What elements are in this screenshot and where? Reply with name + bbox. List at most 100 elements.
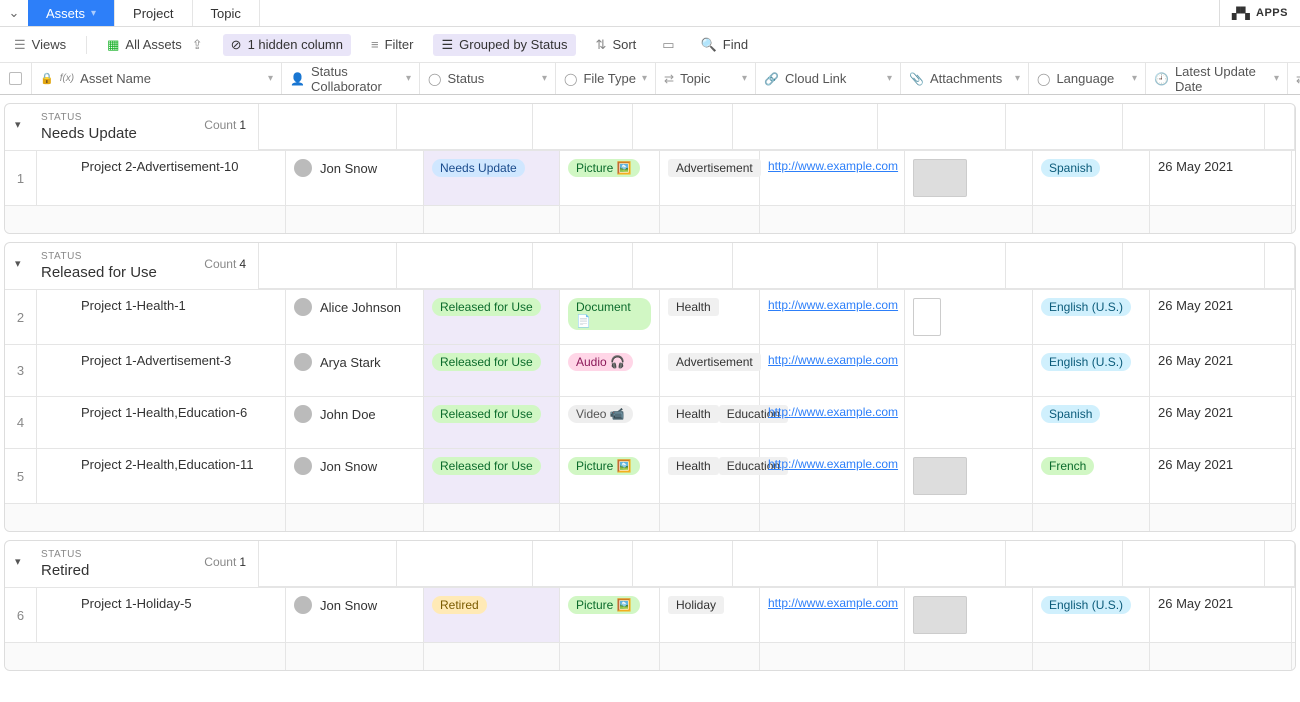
cell-language[interactable]: English (U.S.): [1033, 345, 1150, 396]
cell-topic[interactable]: HealthEducation: [660, 397, 760, 448]
cell-language[interactable]: Spanish: [1033, 151, 1150, 205]
col-topic[interactable]: ⇄Topic▾: [656, 63, 756, 94]
cell-attachments[interactable]: [905, 397, 1033, 448]
cell-topic[interactable]: Advertisement: [660, 345, 760, 396]
cell-language[interactable]: English (U.S.): [1033, 290, 1150, 344]
cell-status[interactable]: Retired: [424, 588, 560, 642]
table-row[interactable]: 5 Project 2-Health,Education-11 Jon Snow…: [5, 448, 1295, 503]
cell-language[interactable]: English (U.S.): [1033, 588, 1150, 642]
cell-filetype[interactable]: Video 📹: [560, 397, 660, 448]
cell-filetype[interactable]: Picture 🖼️: [560, 588, 660, 642]
cell-topic[interactable]: Advertisement: [660, 151, 760, 205]
cell-attachments[interactable]: [905, 290, 1033, 344]
cell-topic[interactable]: Health: [660, 290, 760, 344]
hidden-columns-pill[interactable]: ⊘1 hidden column: [223, 34, 351, 56]
table-row[interactable]: 1 Project 2-Advertisement-10 Jon Snow Ne…: [5, 150, 1295, 205]
cell-attachments[interactable]: [905, 449, 1033, 503]
col-language[interactable]: ◯Language▾: [1029, 63, 1146, 94]
cell-date[interactable]: 26 May 2021: [1150, 588, 1292, 642]
cell-date[interactable]: 26 May 2021: [1150, 345, 1292, 396]
tabs-chevron-down-icon[interactable]: ⌄: [0, 5, 28, 21]
attachment-thumbnail[interactable]: [913, 159, 967, 197]
find-button[interactable]: 🔍Find: [695, 33, 754, 57]
cell-status[interactable]: Released for Use: [424, 397, 560, 448]
group-count: Count4: [204, 257, 246, 271]
cell-attachments[interactable]: [905, 588, 1033, 642]
cell-status[interactable]: Released for Use: [424, 345, 560, 396]
lock-icon: 🔒: [40, 72, 54, 85]
filter-icon: ≡: [371, 37, 379, 52]
collapse-icon[interactable]: ▾: [15, 257, 21, 270]
col-status[interactable]: ◯Status▾: [420, 63, 556, 94]
collapse-icon[interactable]: ▾: [15, 118, 21, 131]
cell-cloud-link[interactable]: http://www.example.com: [760, 290, 905, 344]
cell-filetype[interactable]: Document 📄: [560, 290, 660, 344]
cell-asset-name[interactable]: Project 1-Health-1: [37, 290, 286, 344]
cell-collaborator[interactable]: Jon Snow: [286, 449, 424, 503]
cell-date[interactable]: 26 May 2021: [1150, 151, 1292, 205]
cell-asset-name[interactable]: Project 2-Health,Education-11: [37, 449, 286, 503]
cell-asset-name[interactable]: Project 2-Advertisement-10: [37, 151, 286, 205]
tab-assets[interactable]: Assets▾: [28, 0, 115, 26]
table-row[interactable]: 4 Project 1-Health,Education-6 John Doe …: [5, 396, 1295, 448]
circle-icon: ◯: [1037, 72, 1050, 86]
row-number: 6: [5, 588, 37, 642]
cell-collaborator[interactable]: Alice Johnson: [286, 290, 424, 344]
select-all-checkbox[interactable]: [0, 63, 32, 94]
attachment-thumbnail[interactable]: [913, 457, 967, 495]
tab-topic[interactable]: Topic: [193, 0, 260, 26]
color-button[interactable]: ▭: [656, 33, 680, 57]
cell-attachments[interactable]: [905, 345, 1033, 396]
cell-status[interactable]: Released for Use: [424, 290, 560, 344]
view-all-assets[interactable]: ▦All Assets⇪: [101, 33, 209, 57]
col-cloud-link[interactable]: 🔗Cloud Link▾: [756, 63, 901, 94]
cell-collaborator[interactable]: Jon Snow: [286, 151, 424, 205]
cell-collaborator[interactable]: John Doe: [286, 397, 424, 448]
cell-cloud-link[interactable]: http://www.example.com: [760, 397, 905, 448]
col-latest-update[interactable]: 🕘Latest Update Date▾: [1146, 63, 1288, 94]
col-overflow[interactable]: ⇄: [1288, 63, 1300, 94]
cell-filetype[interactable]: Picture 🖼️: [560, 449, 660, 503]
cell-asset-name[interactable]: Project 1-Health,Education-6: [37, 397, 286, 448]
table-row[interactable]: 3 Project 1-Advertisement-3 Arya Stark R…: [5, 344, 1295, 396]
cell-filetype[interactable]: Audio 🎧: [560, 345, 660, 396]
table-row[interactable]: 2 Project 1-Health-1 Alice Johnson Relea…: [5, 289, 1295, 344]
cell-collaborator[interactable]: Arya Stark: [286, 345, 424, 396]
table-row[interactable]: 6 Project 1-Holiday-5 Jon Snow Retired P…: [5, 587, 1295, 642]
cell-date[interactable]: 26 May 2021: [1150, 290, 1292, 344]
tab-project[interactable]: Project: [115, 0, 192, 26]
attachment-thumbnail[interactable]: [913, 298, 941, 336]
cell-cloud-link[interactable]: http://www.example.com: [760, 588, 905, 642]
cell-topic[interactable]: HealthEducation: [660, 449, 760, 503]
cell-language[interactable]: French: [1033, 449, 1150, 503]
attachment-thumbnail[interactable]: [913, 596, 967, 634]
cell-cloud-link[interactable]: http://www.example.com: [760, 151, 905, 205]
col-attachments[interactable]: 📎Attachments▾: [901, 63, 1029, 94]
cell-cloud-link[interactable]: http://www.example.com: [760, 449, 905, 503]
group-header[interactable]: ▾ STATUS Released for Use Count4: [5, 243, 259, 289]
cell-attachments[interactable]: [905, 151, 1033, 205]
col-asset-name[interactable]: 🔒f(x)Asset Name▾: [32, 63, 282, 94]
cell-filetype[interactable]: Picture 🖼️: [560, 151, 660, 205]
cell-asset-name[interactable]: Project 1-Advertisement-3: [37, 345, 286, 396]
grouped-by-pill[interactable]: ☰Grouped by Status: [433, 34, 575, 56]
filter-button[interactable]: ≡Filter: [365, 33, 419, 56]
cell-cloud-link[interactable]: http://www.example.com: [760, 345, 905, 396]
cell-collaborator[interactable]: Jon Snow: [286, 588, 424, 642]
cell-date[interactable]: 26 May 2021: [1150, 449, 1292, 503]
cell-topic[interactable]: Holiday: [660, 588, 760, 642]
cell-status[interactable]: Needs Update: [424, 151, 560, 205]
col-filetype[interactable]: ◯File Type▾: [556, 63, 656, 94]
group-header[interactable]: ▾ STATUS Retired Count1: [5, 541, 259, 587]
row-number: 4: [5, 397, 37, 448]
cell-status[interactable]: Released for Use: [424, 449, 560, 503]
sort-button[interactable]: ⇅Sort: [590, 33, 643, 57]
group-header[interactable]: ▾ STATUS Needs Update Count1: [5, 104, 259, 150]
cell-date[interactable]: 26 May 2021: [1150, 397, 1292, 448]
apps-button[interactable]: ▞▚APPS: [1219, 0, 1300, 26]
views-menu[interactable]: ☰Views: [8, 33, 72, 57]
cell-asset-name[interactable]: Project 1-Holiday-5: [37, 588, 286, 642]
collapse-icon[interactable]: ▾: [15, 555, 21, 568]
col-collaborator[interactable]: 👤Status Collaborator▾: [282, 63, 420, 94]
cell-language[interactable]: Spanish: [1033, 397, 1150, 448]
